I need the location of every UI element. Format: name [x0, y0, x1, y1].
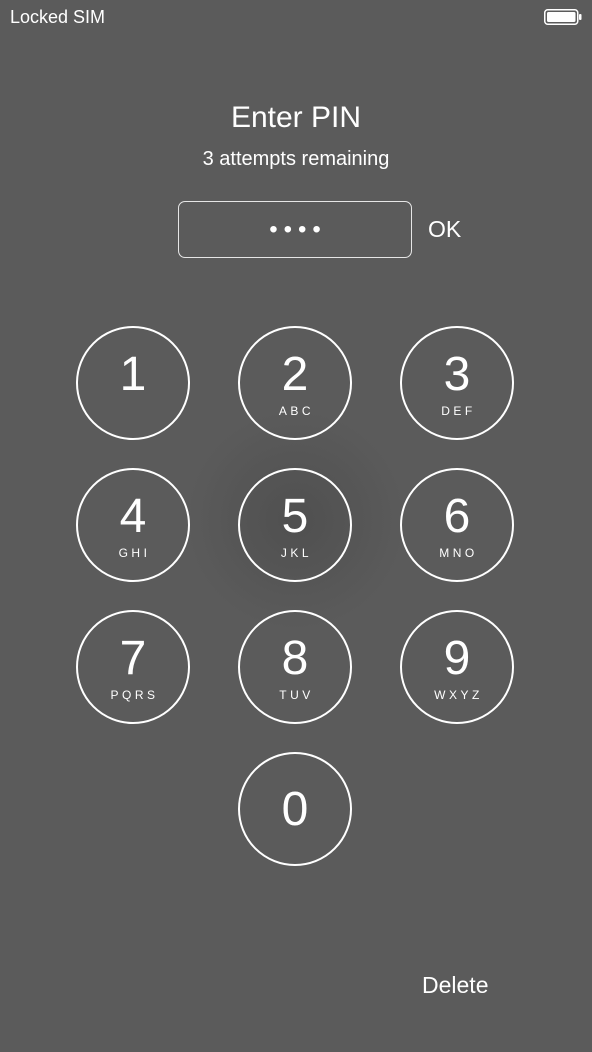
- keypad-key-6[interactable]: 6 MNO: [400, 468, 514, 582]
- keypad-key-5[interactable]: 5 JKL: [238, 468, 352, 582]
- key-letters: MNO: [439, 546, 478, 560]
- key-letters: DEF: [441, 404, 476, 418]
- pin-input-field[interactable]: ••••: [178, 201, 412, 258]
- keypad-key-7[interactable]: 7 PQRS: [76, 610, 190, 724]
- key-digit: 4: [119, 490, 147, 543]
- key-digit: 2: [281, 348, 309, 401]
- key-letters: TUV: [279, 688, 314, 702]
- battery-full-icon: [544, 9, 582, 25]
- keypad-key-9[interactable]: 9 WXYZ: [400, 610, 514, 724]
- key-digit: 5: [281, 490, 309, 543]
- attempts-remaining-label: 3 attempts remaining: [202, 148, 390, 170]
- keypad-key-4[interactable]: 4 GHI: [76, 468, 190, 582]
- key-digit: 8: [281, 632, 309, 685]
- key-digit: 9: [443, 632, 471, 685]
- key-letters: GHI: [118, 546, 151, 560]
- keypad-key-1[interactable]: 1: [76, 326, 190, 440]
- ok-button[interactable]: OK: [428, 214, 461, 244]
- key-letters: JKL: [280, 546, 313, 560]
- page-title: Enter PIN: [230, 101, 362, 134]
- key-digit: 7: [119, 632, 147, 685]
- key-letters: ABC: [278, 404, 315, 418]
- carrier-label: Locked SIM: [10, 7, 106, 27]
- keypad-key-2[interactable]: 2 ABC: [238, 326, 352, 440]
- pin-masked-value: ••••: [269, 215, 327, 243]
- key-digit: 1: [119, 348, 147, 401]
- key-digit: 6: [443, 490, 471, 543]
- keypad-key-3[interactable]: 3 DEF: [400, 326, 514, 440]
- keypad-key-8[interactable]: 8 TUV: [238, 610, 352, 724]
- key-letters: PQRS: [110, 688, 159, 702]
- key-digit: 3: [443, 348, 471, 401]
- keypad-key-0[interactable]: 0: [238, 752, 352, 866]
- sim-unlock-screen: Locked SIM Enter PIN 3 attempts remainin…: [0, 0, 592, 1052]
- delete-button[interactable]: Delete: [422, 970, 488, 1000]
- key-letters: WXYZ: [434, 688, 483, 702]
- status-bar: Locked SIM: [0, 0, 592, 34]
- key-digit: 0: [281, 783, 309, 836]
